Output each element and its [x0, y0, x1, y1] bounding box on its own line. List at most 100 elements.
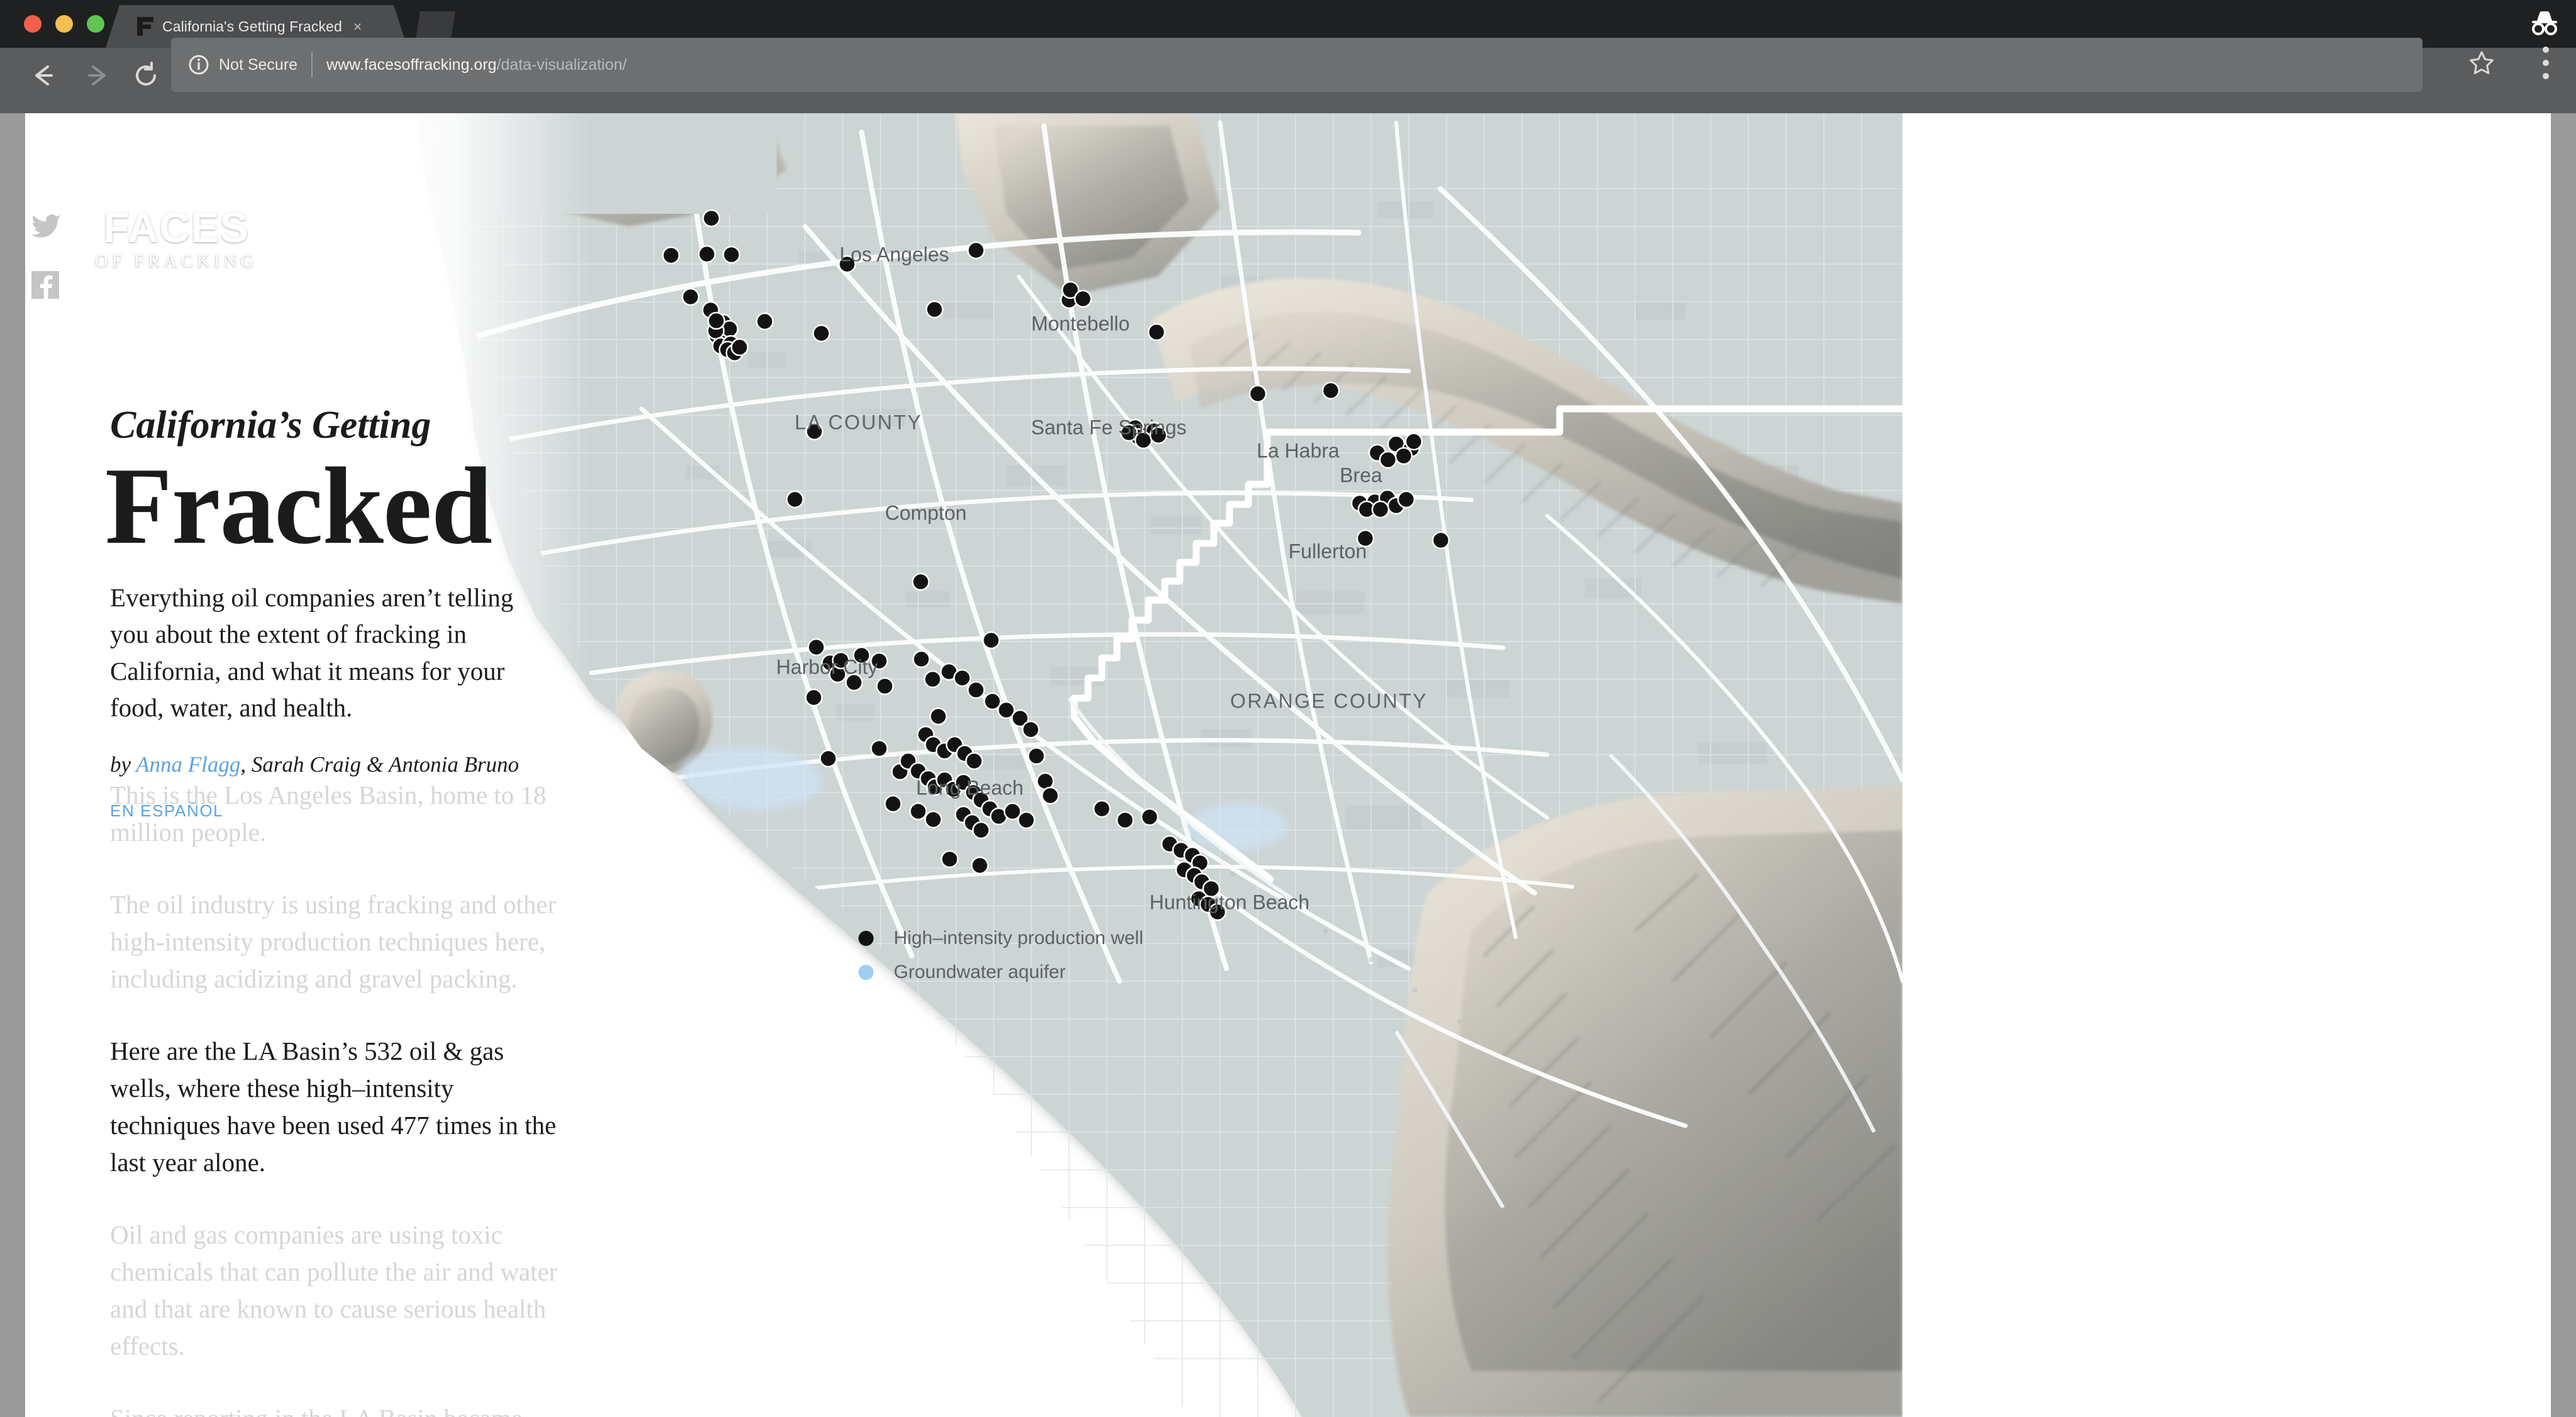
page-viewport: Los Angeles Montebello LA COUNTY Santa Fe S…	[25, 113, 2551, 1417]
well-dot[interactable]	[912, 650, 931, 669]
headline-kicker: California’s Getting	[110, 404, 431, 447]
well-dot[interactable]	[1404, 432, 1423, 451]
incognito-icon	[2528, 9, 2561, 39]
map-label-fullerton: Fullerton	[1288, 540, 1367, 563]
byline: by Anna Flagg, Sarah Craig & Antonia Bru…	[110, 752, 569, 777]
page-title: Fracked	[105, 445, 492, 567]
reload-button[interactable]	[126, 55, 166, 96]
well-dot[interactable]	[1021, 720, 1040, 739]
well-dot[interactable]	[953, 669, 972, 687]
well-dot[interactable]	[1397, 490, 1416, 509]
omnibox-divider	[311, 52, 313, 77]
well-dot[interactable]	[911, 572, 930, 591]
story-paragraph: The oil industry is using fracking and o…	[110, 890, 557, 994]
byline-rest: , Sarah Craig & Antonia Bruno	[240, 752, 519, 777]
well-dot[interactable]	[697, 245, 716, 264]
well-dot[interactable]	[1147, 323, 1166, 342]
close-tab-icon[interactable]: ×	[353, 19, 362, 34]
well-dot[interactable]	[967, 681, 985, 699]
map-label-compton: Compton	[885, 501, 967, 525]
site-logo[interactable]: FACES OF FRACKING	[88, 206, 264, 272]
byline-author-link[interactable]: Anna Flagg	[136, 752, 240, 777]
legend-label-aquifer: Groundwater aquifer	[894, 962, 1066, 982]
well-dot[interactable]	[662, 246, 680, 265]
well-dot[interactable]	[925, 300, 944, 319]
faces-of-fracking-favicon	[137, 17, 153, 36]
well-dot[interactable]	[755, 312, 774, 331]
well-dot[interactable]	[1394, 447, 1413, 465]
back-button[interactable]	[23, 55, 63, 96]
well-dot[interactable]	[1092, 799, 1111, 818]
well-dot[interactable]	[1017, 811, 1036, 830]
forward-button[interactable]	[77, 55, 117, 96]
well-dot[interactable]	[923, 670, 942, 689]
well-dot[interactable]	[1140, 808, 1159, 826]
well-dot[interactable]	[804, 688, 823, 707]
well-dot[interactable]	[929, 707, 948, 726]
map-label-la-habra: La Habra	[1257, 439, 1340, 462]
well-dot[interactable]	[972, 821, 991, 840]
well-dot[interactable]	[1371, 500, 1390, 519]
legend-item-well: High–intensity production well	[858, 928, 1143, 949]
well-dot[interactable]	[681, 287, 700, 306]
map-legend: High–intensity production well Groundwat…	[858, 928, 1143, 996]
well-dot[interactable]	[875, 677, 894, 696]
story-paragraph: This is the Los Angeles Basin, home to 1…	[110, 781, 547, 847]
story-paragraph: Oil and gas companies are using toxic ch…	[110, 1220, 558, 1361]
well-dot[interactable]	[965, 752, 984, 770]
map-label-long-beach: Long Beach	[916, 776, 1024, 799]
legend-item-aquifer: Groundwater aquifer	[858, 962, 1143, 983]
well-dot[interactable]	[982, 631, 1001, 650]
map-label-harbor-city: Harbor City	[776, 655, 878, 679]
well-dot[interactable]	[884, 794, 902, 813]
well-dot[interactable]	[924, 810, 943, 829]
well-dot[interactable]	[1074, 289, 1092, 308]
close-window-button[interactable]	[24, 15, 42, 33]
address-bar[interactable]: Not Secure www.facesoffracking.org/data-…	[171, 38, 2423, 92]
well-dot[interactable]	[819, 749, 838, 768]
social-share-rail[interactable]	[31, 214, 88, 331]
well-dot[interactable]	[730, 338, 749, 357]
well-dot[interactable]	[1321, 381, 1340, 400]
well-dot[interactable]	[870, 739, 889, 758]
well-dot[interactable]	[702, 209, 721, 228]
bookmark-star-icon[interactable]	[2468, 49, 2496, 77]
browser-window: California's Getting Fracked × Not Secur…	[0, 0, 2576, 1417]
well-dot[interactable]	[1027, 747, 1046, 765]
well-dot[interactable]	[1431, 531, 1450, 550]
url-path: /data-visualization/	[496, 55, 627, 74]
not-secure-info-icon[interactable]	[187, 53, 210, 76]
map-label-brea: Brea	[1340, 464, 1382, 487]
legend-dot-well	[858, 931, 874, 946]
minimize-window-button[interactable]	[55, 15, 73, 33]
headline-block: California’s Getting Fracked Everything …	[105, 404, 569, 821]
well-dot[interactable]	[1116, 811, 1135, 830]
logo-line-2: OF FRACKING	[94, 250, 258, 271]
well-dot[interactable]	[909, 802, 928, 821]
well-dot[interactable]	[1248, 384, 1267, 403]
maximize-window-button[interactable]	[87, 15, 104, 33]
browser-menu-icon[interactable]	[2542, 47, 2550, 79]
well-dot[interactable]	[940, 850, 959, 869]
map-label-la-county: LA COUNTY	[794, 411, 923, 434]
well-dot[interactable]	[807, 638, 826, 657]
facebook-icon[interactable]	[31, 271, 88, 302]
byline-prefix: by	[110, 752, 136, 777]
map-label-los-angeles: Los Angeles	[839, 243, 950, 266]
map-label-santa-fe-springs: Santa Fe Springs	[1031, 416, 1187, 439]
well-dot[interactable]	[812, 324, 831, 343]
story-paragraph: Here are the LA Basin’s 532 oil & gas we…	[110, 1036, 557, 1177]
url-text[interactable]: www.facesoffracking.org/data-visualizati…	[326, 56, 627, 74]
well-dot[interactable]	[1041, 786, 1060, 805]
map-label-orange-county: ORANGE COUNTY	[1230, 689, 1428, 713]
well-dot[interactable]	[970, 856, 989, 875]
story-paragraphs: This is the Los Angeles Basin, home to 1…	[110, 777, 558, 1417]
twitter-icon[interactable]	[31, 214, 88, 242]
map-label-montebello: Montebello	[1031, 312, 1130, 335]
well-dot[interactable]	[786, 490, 804, 509]
map-label-huntington-beach: Huntington Beach	[1149, 891, 1310, 914]
well-dot[interactable]	[707, 311, 726, 330]
well-dot[interactable]	[722, 245, 741, 264]
window-controls[interactable]	[24, 15, 104, 33]
well-dot[interactable]	[967, 241, 985, 260]
